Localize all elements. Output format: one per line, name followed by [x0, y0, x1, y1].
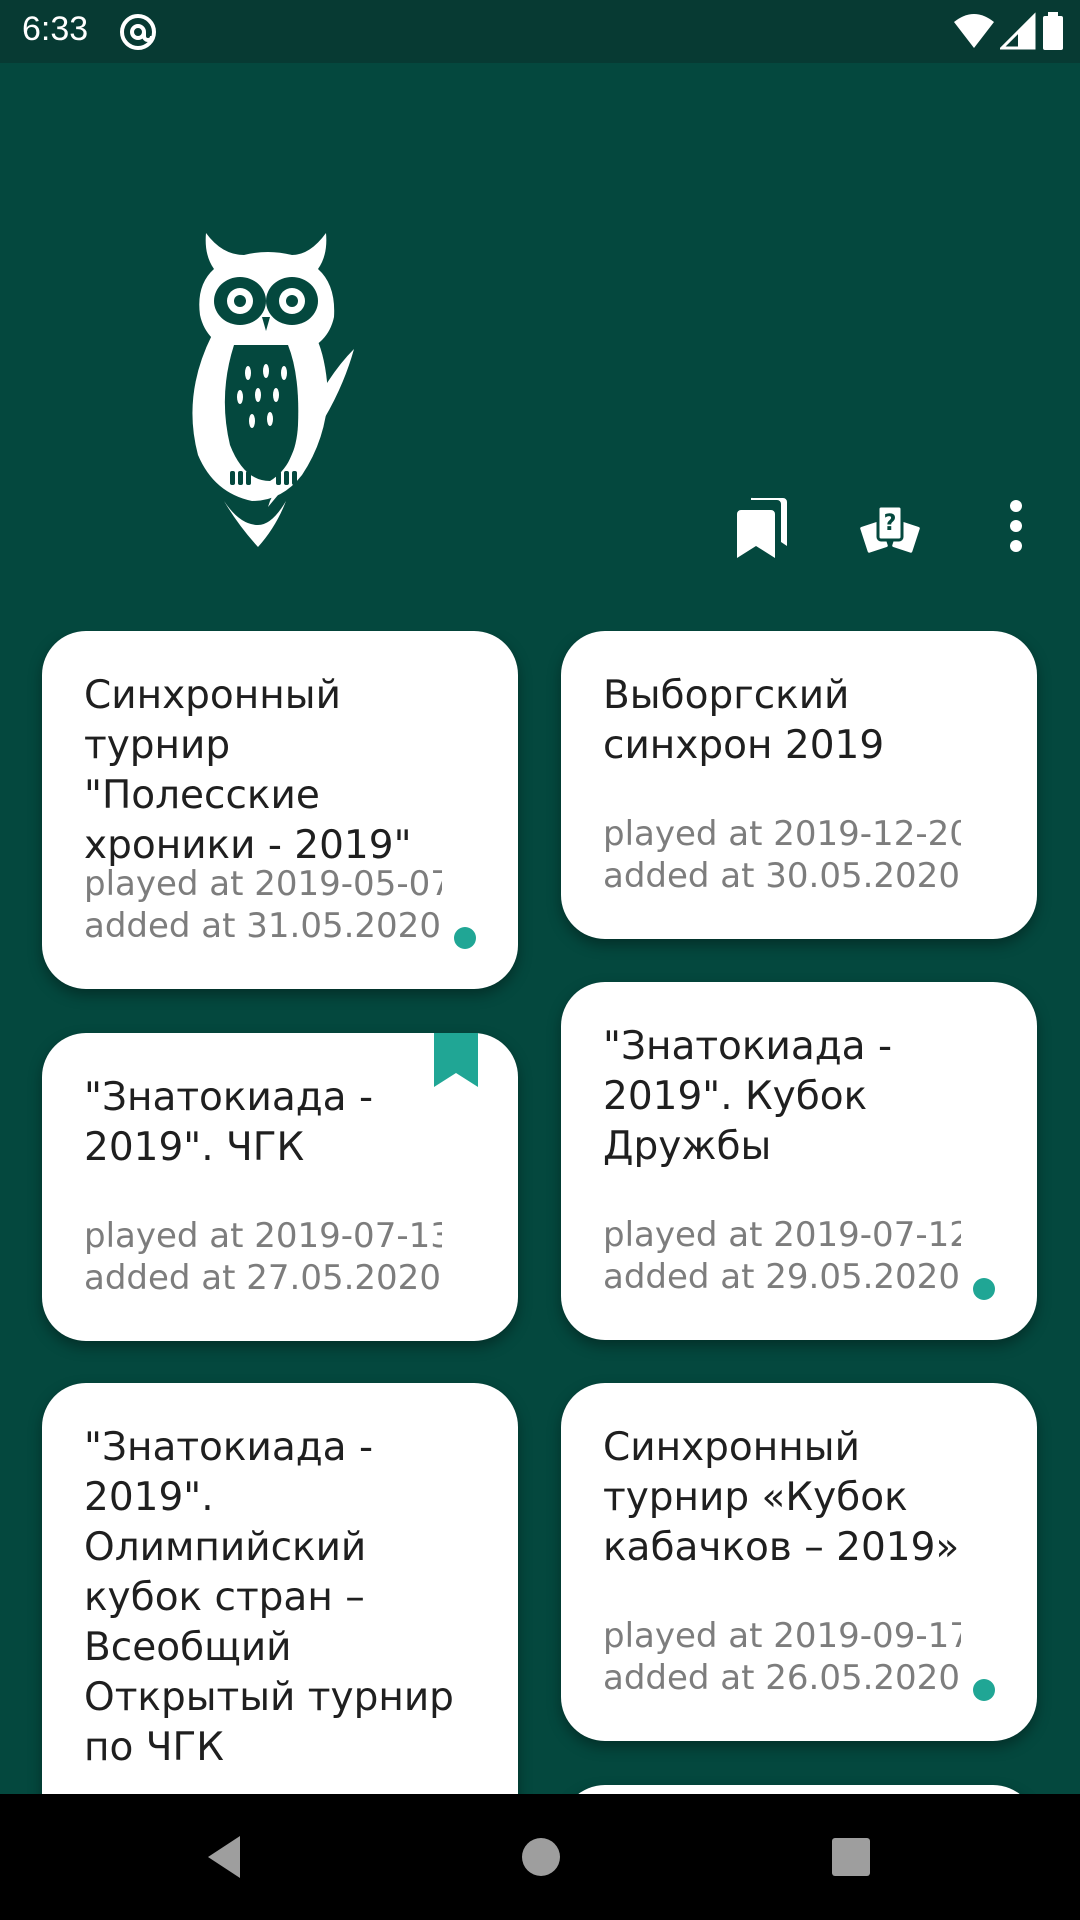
card-title: "Знатокиада - 2019". ЧГК	[84, 1075, 374, 1170]
signal-icon	[1000, 12, 1036, 50]
status-bar: 6:33	[0, 0, 1080, 63]
card-played-date: played at 2019-07-13	[84, 1216, 442, 1256]
tournament-card[interactable]: Выборгский синхрон 2019 played at 2019-1…	[561, 631, 1037, 939]
card-played-date: played at 2019-12-20	[603, 814, 961, 854]
card-title: Выборгский синхрон 2019	[603, 673, 885, 768]
card-meta: played at 2019-07-12 added at 29.05.2020	[603, 1214, 961, 1298]
card-added-date: added at 29.05.2020	[603, 1257, 960, 1297]
card-title: Синхронный турнир «Кубок кабачков – 2019…	[603, 1425, 960, 1570]
tournament-card[interactable]: "Знатокиада - 2019". Кубок Дружбы played…	[561, 982, 1037, 1340]
tournament-card[interactable]: Синхронный турнир «Кубок кабачков – 2019…	[561, 1383, 1037, 1741]
card-added-date: added at 26.05.2020	[603, 1658, 960, 1698]
card-meta: played at 2019-09-17 added at 26.05.2020	[603, 1615, 961, 1699]
card-meta: played at 2019-05-07 added at 31.05.2020	[84, 863, 442, 947]
card-added-date: added at 27.05.2020	[84, 1258, 441, 1298]
card-title: "Знатокиада - 2019". Олимпийский кубок с…	[84, 1425, 454, 1770]
more-vert-icon	[1010, 500, 1022, 552]
card-meta: played at 2019-07-13 added at 27.05.2020	[84, 1215, 442, 1299]
tournament-card[interactable]: Синхронный турнир "Полесские хроники - 2…	[42, 631, 518, 989]
card-played-date: played at 2019-09-17	[603, 1616, 961, 1656]
bookmarks-button[interactable]	[725, 488, 805, 568]
cards-button[interactable]: ?	[850, 488, 930, 568]
card-added-date: added at 30.05.2020	[603, 856, 960, 896]
tournament-card[interactable]	[561, 1785, 1037, 1794]
owl-logo	[192, 233, 354, 547]
card-title: Синхронный турнир "Полесские хроники - 2…	[84, 673, 412, 868]
new-indicator-dot	[973, 1278, 995, 1300]
new-indicator-dot	[973, 1679, 995, 1701]
cards-question-icon: ?	[857, 504, 923, 556]
svg-text:?: ?	[884, 511, 897, 536]
recents-icon[interactable]	[818, 1824, 884, 1890]
battery-icon	[1043, 12, 1063, 50]
more-options-button[interactable]	[977, 488, 1033, 568]
card-played-date: played at 2019-05-07	[84, 864, 442, 904]
card-played-date: played at 2019-07-12	[603, 1215, 961, 1255]
tournament-list: Синхронный турнир "Полесские хроники - 2…	[0, 630, 1080, 1794]
card-added-date: added at 31.05.2020	[84, 906, 441, 946]
tournament-card[interactable]: "Знатокиада - 2019". Олимпийский кубок с…	[42, 1383, 518, 1794]
card-title: "Знатокиада - 2019". Кубок Дружбы	[603, 1024, 893, 1169]
wifi-icon	[954, 14, 994, 48]
at-sign-icon	[120, 14, 156, 50]
status-time: 6:33	[22, 10, 89, 48]
card-meta: played at 2019-12-20 added at 30.05.2020	[603, 813, 961, 897]
tournament-card[interactable]: "Знатокиада - 2019". ЧГК played at 2019-…	[42, 1033, 518, 1341]
back-icon[interactable]	[196, 1824, 262, 1890]
navigation-bar	[0, 1794, 1080, 1920]
new-indicator-dot	[454, 927, 476, 949]
bookmarks-icon	[737, 497, 787, 558]
home-icon[interactable]	[508, 1824, 574, 1890]
